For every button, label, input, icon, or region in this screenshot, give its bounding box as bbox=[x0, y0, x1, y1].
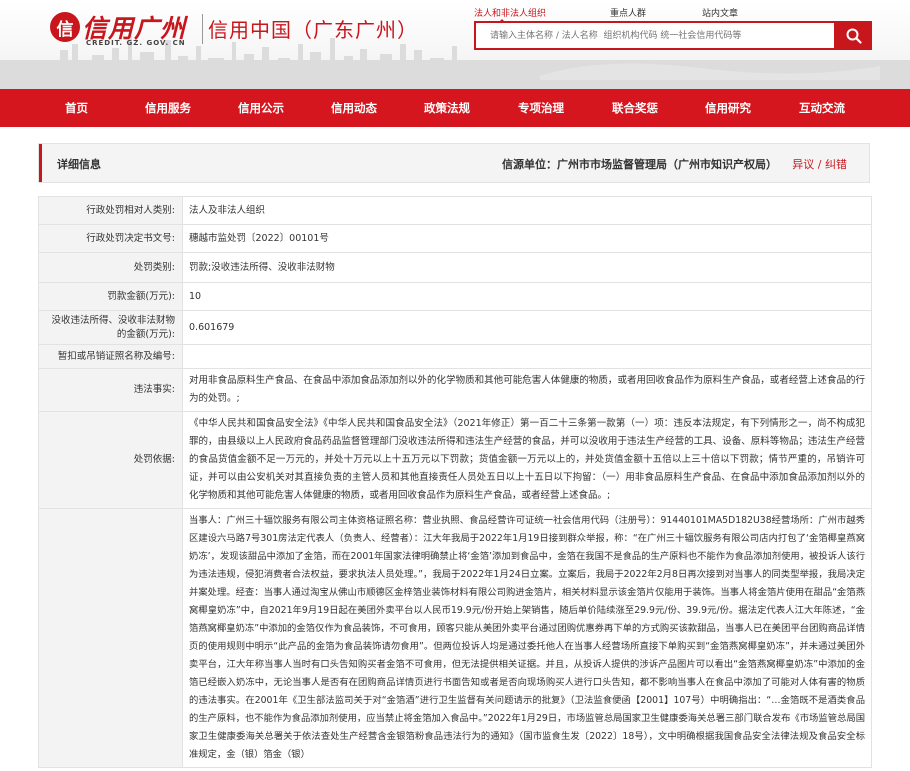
nav-item-policies[interactable]: 政策法规 bbox=[424, 89, 470, 127]
panel-title: 详细信息 bbox=[57, 158, 101, 171]
row-label: 没收违法所得、没收非法财物的金额(万元): bbox=[38, 310, 183, 345]
row-label: 暂扣或吊销证照名称及编号: bbox=[38, 344, 183, 369]
row-value bbox=[182, 344, 872, 369]
logo-icon[interactable]: 信 bbox=[50, 12, 80, 42]
row-value: 穗越市监处罚〔2022〕00101号 bbox=[182, 224, 872, 253]
table-row: 罚款金额(万元): 10 bbox=[38, 282, 872, 311]
row-value: 罚款;没收违法所得、没收非法财物 bbox=[182, 252, 872, 283]
table-row: 违法事实: 对用非食品原料生产食品、在食品中添加食品添加剂以外的化学物质和其他可… bbox=[38, 368, 872, 412]
row-label: 违法事实: bbox=[38, 368, 183, 412]
objection-link[interactable]: 异议 / 纠错 bbox=[792, 156, 847, 172]
row-value: 10 bbox=[182, 282, 872, 311]
table-row: 暂扣或吊销证照名称及编号: bbox=[38, 344, 872, 369]
nav-item-special-governance[interactable]: 专项治理 bbox=[518, 89, 564, 127]
table-row: 处罚依据: 《中华人民共和国食品安全法》《中华人民共和国食品安全法》（2021年… bbox=[38, 411, 872, 509]
nav-item-interaction[interactable]: 互动交流 bbox=[799, 89, 845, 127]
nav-item-joint-rewards[interactable]: 联合奖惩 bbox=[612, 89, 658, 127]
source-unit: 信源单位：广州市市场监督管理局（广州市知识产权局） bbox=[502, 158, 777, 171]
nav-item-credit-service[interactable]: 信用服务 bbox=[145, 89, 191, 127]
row-label bbox=[38, 508, 183, 768]
row-label: 罚款金额(万元): bbox=[38, 282, 183, 311]
search-button[interactable] bbox=[836, 21, 872, 50]
site-header: 信 信用广州 CREDIT. GZ. GOV. CN 信用中国（广东广州） 法人… bbox=[0, 0, 910, 89]
search-input[interactable] bbox=[474, 21, 836, 50]
search-tabs: 法人和非法人组织 重点人群 站内文章 bbox=[472, 4, 872, 23]
site-logo-domain: CREDIT. GZ. GOV. CN bbox=[86, 39, 186, 47]
search-icon bbox=[846, 28, 862, 44]
row-value: 《中华人民共和国食品安全法》《中华人民共和国食品安全法》（2021年修正）第一百… bbox=[182, 411, 872, 509]
detail-panel-header: 详细信息 信源单位：广州市市场监督管理局（广州市知识产权局） 异议 / 纠错 bbox=[38, 143, 870, 183]
table-row: 行政处罚相对人类别: 法人及非法人组织 bbox=[38, 196, 872, 225]
table-row: 处罚类别: 罚款;没收违法所得、没收非法财物 bbox=[38, 252, 872, 283]
search-tab-organization[interactable]: 法人和非法人组织 bbox=[474, 6, 546, 23]
nav-item-credit-publicity[interactable]: 信用公示 bbox=[238, 89, 284, 127]
main-nav: 首页 信用服务 信用公示 信用动态 政策法规 专项治理 联合奖惩 信用研究 互动… bbox=[0, 89, 910, 127]
table-row: 当事人：广州三十辐饮服务有限公司主体资格证照名称：营业执照、食品经营许可证统一社… bbox=[38, 508, 872, 768]
row-label: 处罚类别: bbox=[38, 252, 183, 283]
logo-divider bbox=[202, 14, 203, 44]
nav-item-home[interactable]: 首页 bbox=[65, 89, 88, 127]
row-value: 法人及非法人组织 bbox=[182, 196, 872, 225]
row-label: 行政处罚决定书文号: bbox=[38, 224, 183, 253]
row-value: 当事人：广州三十辐饮服务有限公司主体资格证照名称：营业执照、食品经营许可证统一社… bbox=[182, 508, 872, 768]
nav-item-credit-news[interactable]: 信用动态 bbox=[331, 89, 377, 127]
nav-item-credit-research[interactable]: 信用研究 bbox=[705, 89, 751, 127]
row-label: 行政处罚相对人类别: bbox=[38, 196, 183, 225]
table-row: 行政处罚决定书文号: 穗越市监处罚〔2022〕00101号 bbox=[38, 224, 872, 253]
panel-accent-bar bbox=[39, 144, 42, 182]
row-label: 处罚依据: bbox=[38, 411, 183, 509]
search-tab-key-groups[interactable]: 重点人群 bbox=[610, 6, 646, 19]
search-tab-articles[interactable]: 站内文章 bbox=[702, 6, 738, 19]
row-value: 对用非食品原料生产食品、在食品中添加食品添加剂以外的化学物质和其他可能危害人体健… bbox=[182, 368, 872, 412]
table-row: 没收违法所得、没收非法财物的金额(万元): 0.601679 bbox=[38, 310, 872, 345]
site-logo-subtitle: 信用中国（广东广州） bbox=[208, 18, 418, 42]
detail-table: 行政处罚相对人类别: 法人及非法人组织 行政处罚决定书文号: 穗越市监处罚〔20… bbox=[38, 196, 872, 768]
row-value: 0.601679 bbox=[182, 310, 872, 345]
